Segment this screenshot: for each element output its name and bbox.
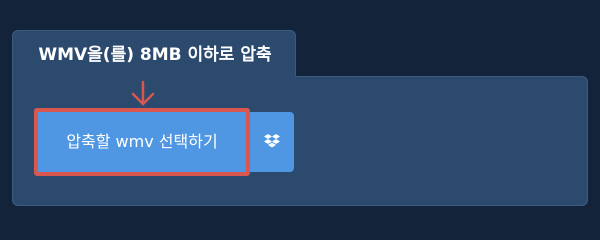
dropbox-icon — [264, 134, 280, 148]
select-file-button[interactable]: 압축할 wmv 선택하기 — [38, 112, 246, 172]
down-arrow-icon — [131, 80, 155, 106]
panel-title: WMV을(를) 8MB 이하로 압축 — [38, 45, 272, 65]
dropbox-button[interactable] — [250, 112, 294, 172]
